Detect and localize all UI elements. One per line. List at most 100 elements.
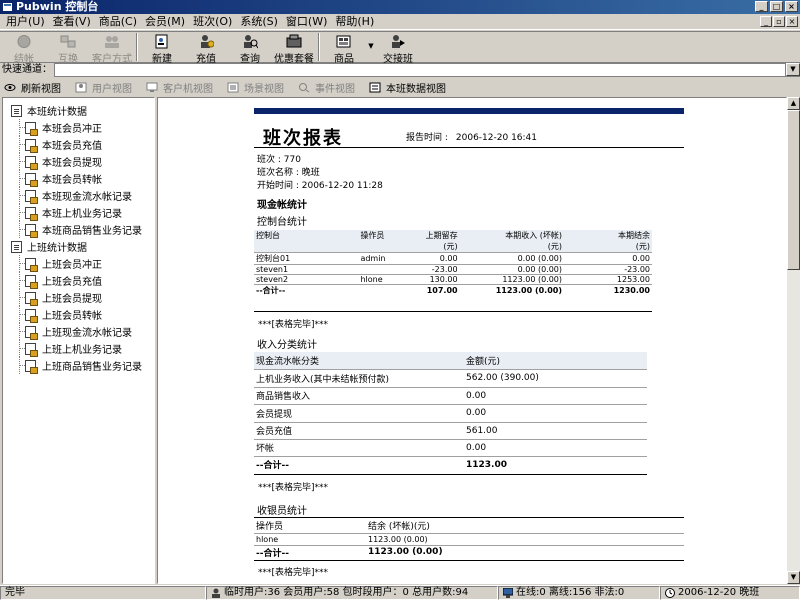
scroll-down-icon[interactable]: ▼ <box>787 571 800 584</box>
record-icon <box>25 223 38 238</box>
package-icon <box>286 34 302 49</box>
report-scrollbar[interactable]: ▲ ▼ <box>787 97 800 584</box>
tree-item[interactable]: 本班商品销售业务记录 <box>3 221 154 238</box>
tree-item[interactable]: 本班上机业务记录 <box>3 204 154 221</box>
shift-data-view-icon <box>369 82 381 93</box>
tree-item[interactable]: 上班上机业务记录 <box>3 340 154 357</box>
tab-client-view[interactable]: 客户机视图 <box>142 79 219 95</box>
client-mode-button[interactable]: 客户方式 <box>90 32 134 65</box>
clock-icon <box>665 588 675 598</box>
recharge-button[interactable]: 充值 <box>184 32 228 65</box>
table-row: 商品销售收入 0.00 <box>254 387 647 405</box>
handover-button[interactable]: 交接班 <box>376 32 420 65</box>
new-card-icon <box>154 34 170 49</box>
menu-goods[interactable]: 商品(C) <box>95 15 141 29</box>
window-title: Pubwin 控制台 <box>16 0 99 13</box>
document-icon <box>11 104 22 117</box>
shift-start-time: 开始时间 : 2006-12-20 11:28 <box>257 181 383 191</box>
user-count-icon <box>211 588 221 598</box>
menu-view[interactable]: 查看(V) <box>49 15 95 29</box>
minimize-button[interactable]: _ <box>755 1 768 12</box>
shift-id: 班次 : 770 <box>257 155 301 165</box>
tree-item[interactable]: 本班会员冲正 <box>3 119 154 136</box>
users-icon <box>104 34 120 49</box>
table-header-row: 控制台 操作员 上期留存 本期收入 (坏帐) 本期结余 <box>254 230 652 241</box>
quick-channel-bar: 快速通道： ▼ <box>0 62 800 77</box>
tree-item[interactable]: 上班现金流水帐记录 <box>3 323 154 340</box>
section-income: 收入分类统计 <box>257 340 317 351</box>
scroll-up-icon[interactable]: ▲ <box>787 97 800 110</box>
table-row: 会员充值 561.00 <box>254 422 647 440</box>
new-card-button[interactable]: 新建 <box>140 32 184 65</box>
tab-shift-data-view[interactable]: 本班数据视图 <box>365 79 452 95</box>
stop-icon <box>16 34 32 49</box>
table-end-marker: ***[表格完毕]*** <box>258 568 329 578</box>
report-header-bar <box>254 108 684 114</box>
tree-item[interactable]: 本班会员提现 <box>3 153 154 170</box>
tree-item[interactable]: 上班会员提现 <box>3 289 154 306</box>
maximize-button[interactable]: □ <box>770 1 783 12</box>
mdi-restore-button[interactable]: ▫ <box>773 16 785 27</box>
section-console: 控制台统计 <box>257 217 307 228</box>
divider <box>254 147 684 148</box>
view-tabbar: 刷新视图 用户视图 客户机视图 场景视图 事件视图 本班数据视图 <box>0 78 800 96</box>
tree-item[interactable]: 本班会员充值 <box>3 136 154 153</box>
tree-group-previous-shift[interactable]: 上班统计数据 <box>3 238 154 255</box>
divider <box>254 311 652 312</box>
goods-dropdown-icon[interactable]: ▼ <box>366 32 376 50</box>
goods-button[interactable]: 商品 <box>322 32 366 65</box>
quick-channel-label: 快速通道： <box>0 62 54 77</box>
menu-help[interactable]: 帮助(H) <box>331 15 378 29</box>
toolbar-separator <box>318 33 320 61</box>
tab-scene-view[interactable]: 场景视图 <box>223 79 290 95</box>
menu-shift[interactable]: 班次(O) <box>189 15 236 29</box>
sidebar-tree: 本班统计数据 本班会员冲正 本班会员充值 本班会员提现 本班会员转帐 本班现金流… <box>2 97 155 584</box>
mdi-minimize-button[interactable]: _ <box>760 16 772 27</box>
menu-system[interactable]: 系统(S) <box>236 15 282 29</box>
tree-item[interactable]: 本班会员转帐 <box>3 170 154 187</box>
table-header-row: 现金流水帐分类 金额(元) <box>254 352 647 370</box>
query-button[interactable]: 查询 <box>228 32 272 65</box>
menu-user[interactable]: 用户(U) <box>2 15 49 29</box>
console-table: 控制台 操作员 上期留存 本期收入 (坏帐) 本期结余 (元) (元) (元) … <box>254 230 652 296</box>
table-row: 上机业务收入(其中未结帐预付款) 562.00 (390.00) <box>254 369 647 388</box>
title-bar: Pubwin 控制台 _ □ × <box>0 0 800 14</box>
close-button[interactable]: × <box>785 1 798 12</box>
divider <box>254 560 684 561</box>
table-total-row: --合计-- 1123.00 (0.00) <box>256 547 443 559</box>
scene-view-icon <box>227 82 239 93</box>
table-row: hlone 1123.00 (0.00) <box>254 533 684 546</box>
tree-item[interactable]: 上班商品销售业务记录 <box>3 357 154 374</box>
mdi-close-button[interactable]: × <box>786 16 798 27</box>
status-user-counts: 临时用户:36 会员用户:58 包时段用户：0 总用户数:94 <box>206 586 498 600</box>
search-user-icon <box>242 34 259 49</box>
tree-item[interactable]: 上班会员转帐 <box>3 306 154 323</box>
record-icon <box>25 138 38 153</box>
quick-channel-dropdown-icon[interactable]: ▼ <box>786 63 800 76</box>
record-icon <box>25 308 38 323</box>
quick-channel-input[interactable] <box>54 62 786 77</box>
table-row: steven1 -23.00 0.00 (0.00) -23.00 <box>254 264 652 275</box>
tree-item[interactable]: 本班现金流水帐记录 <box>3 187 154 204</box>
table-end-marker: ***[表格完毕]*** <box>258 483 329 493</box>
tab-event-view[interactable]: 事件视图 <box>294 79 361 95</box>
menu-member[interactable]: 会员(M) <box>141 15 189 29</box>
record-icon <box>25 359 38 374</box>
scroll-thumb[interactable] <box>787 110 800 270</box>
computer-icon <box>502 587 514 598</box>
tab-user-view[interactable]: 用户视图 <box>71 79 138 95</box>
record-icon <box>25 121 38 136</box>
menu-window[interactable]: 窗口(W) <box>282 15 331 29</box>
table-header-row: (元) (元) (元) <box>254 241 652 253</box>
tree-group-current-shift[interactable]: 本班统计数据 <box>3 102 154 119</box>
divider <box>254 474 647 475</box>
exchange-button[interactable]: 互换 <box>46 32 90 65</box>
client-view-icon <box>146 82 158 93</box>
tab-refresh-view[interactable]: 刷新视图 <box>0 79 67 95</box>
tree-item[interactable]: 上班会员充值 <box>3 272 154 289</box>
shift-name: 班次名称 : 晚班 <box>257 168 320 178</box>
record-icon <box>25 274 38 289</box>
checkout-button[interactable]: 结帐 <box>2 32 46 65</box>
package-button[interactable]: 优惠套餐 <box>272 32 316 65</box>
tree-item[interactable]: 上班会员冲正 <box>3 255 154 272</box>
